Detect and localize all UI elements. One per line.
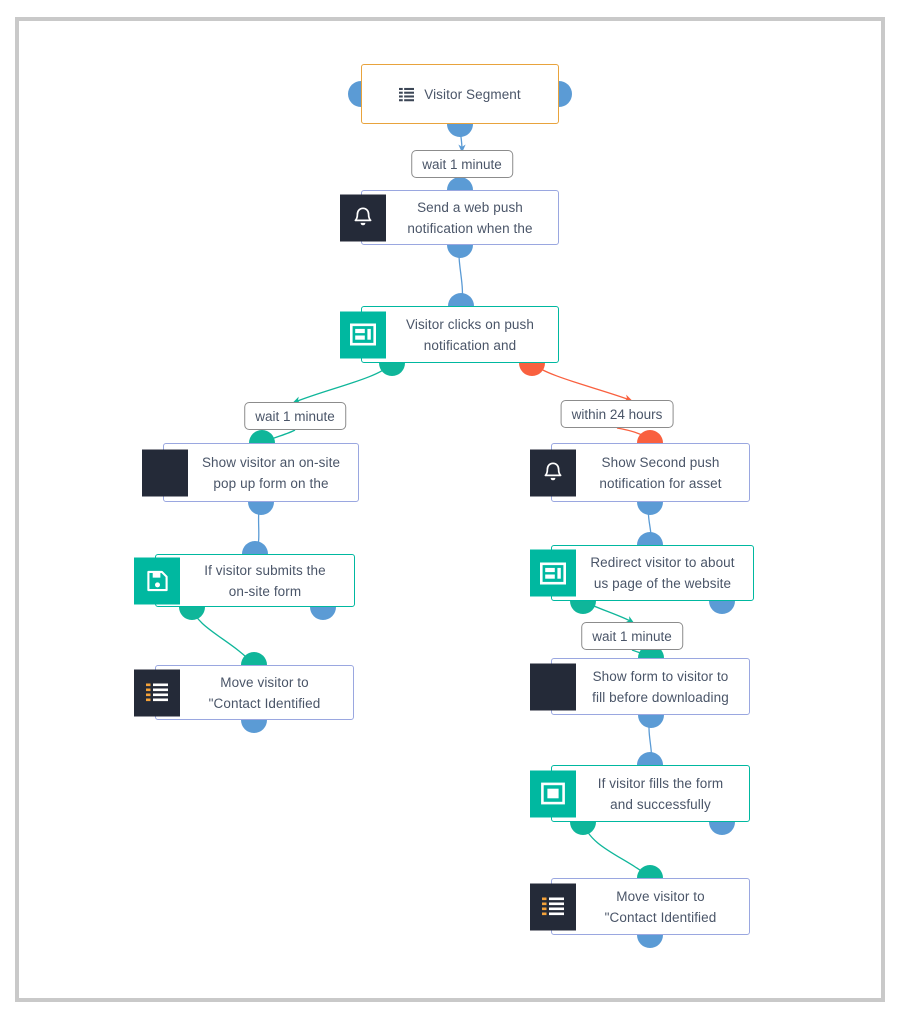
port-visitor-segment-bottom[interactable] [447,124,473,137]
port-if-fills-bottom-no[interactable] [709,822,735,835]
port-redirect-bottom-no[interactable] [709,601,735,614]
bell-icon [530,449,576,496]
port-show-popup-top[interactable] [249,430,275,443]
port-visitor-clicks-bottom-no[interactable] [519,363,545,376]
node-show-second-push-label: Show Second push notification for asset [599,454,722,491]
node-visitor-clicks-push-label: Visitor clicks on push notification and [405,316,534,353]
web-layout-icon [530,549,576,597]
node-move-visitor-left[interactable]: Move visitor to "Contact Identified [134,665,354,720]
edge-label-wait-3[interactable]: wait 1 minute [581,622,683,650]
node-visitor-segment-label: Visitor Segment [424,86,521,102]
list-icon [134,669,180,716]
list-icon [530,883,576,930]
list-icon [399,87,415,101]
edge-label-wait-1[interactable]: wait 1 minute [411,150,513,178]
port-if-submits-bottom-yes[interactable] [179,607,205,620]
node-move-visitor-left-label: Move visitor to "Contact Identified [208,674,321,711]
node-move-visitor-right-label: Move visitor to "Contact Identified [604,888,717,925]
node-redirect-visitor-label: Redirect visitor to about us page of the… [590,555,735,591]
node-if-visitor-fills-label: If visitor fills the form and successful… [597,775,724,812]
port-move-left-bottom[interactable] [241,720,267,733]
port-send-push-bottom[interactable] [447,245,473,258]
blank-icon [530,663,576,710]
port-visitor-segment-right[interactable] [559,81,572,107]
window-icon [530,770,576,817]
port-visitor-segment-left[interactable] [348,81,361,107]
port-second-push-top[interactable] [637,430,663,443]
edge-label-wait-2[interactable]: wait 1 minute [244,402,346,430]
port-send-push-top[interactable] [447,177,473,190]
bell-icon [340,194,386,241]
port-move-right-top[interactable] [637,865,663,878]
node-redirect-visitor[interactable]: Redirect visitor to about us page of the… [530,545,754,601]
port-show-form-bottom[interactable] [638,715,664,728]
port-if-submits-top[interactable] [242,541,268,554]
port-redirect-top[interactable] [637,532,663,545]
edge-label-within-24-hours[interactable]: within 24 hours [560,400,674,428]
node-move-visitor-right[interactable]: Move visitor to "Contact Identified [530,878,750,935]
edge-clicks-to-second-a [531,362,633,402]
port-second-push-bottom[interactable] [637,502,663,515]
edge-clicks-to-popup-a [292,362,393,404]
node-show-form-download-label: Show form to visitor to fill before down… [592,668,729,705]
node-visitor-segment[interactable]: Visitor Segment [361,64,559,124]
node-send-web-push-label: Send a web push notification when the [407,199,533,236]
node-if-visitor-submits-label: If visitor submits the on-site form [204,562,326,599]
workflow-canvas[interactable]: Visitor Segment Send a web push notifica… [0,0,900,1024]
node-show-onsite-popup-label: Show visitor an on-site pop up form on t… [201,454,341,491]
node-if-visitor-fills[interactable]: If visitor fills the form and successful… [530,765,750,822]
node-visitor-clicks-push[interactable]: Visitor clicks on push notification and [340,306,559,363]
blank-icon [142,449,188,496]
port-visitor-clicks-top[interactable] [448,293,474,306]
node-visitor-segment-content: Visitor Segment [385,84,535,105]
port-move-left-top[interactable] [241,652,267,665]
node-show-form-download[interactable]: Show form to visitor to fill before down… [530,658,750,715]
port-show-popup-bottom[interactable] [248,502,274,515]
node-show-second-push[interactable]: Show Second push notification for asset [530,443,750,502]
port-if-fills-top[interactable] [637,752,663,765]
port-if-submits-bottom-no[interactable] [310,607,336,620]
port-move-right-bottom[interactable] [637,935,663,948]
save-icon [134,557,180,604]
port-visitor-clicks-bottom-yes[interactable] [379,363,405,376]
port-redirect-bottom-yes[interactable] [570,601,596,614]
port-if-fills-bottom-yes[interactable] [570,822,596,835]
node-send-web-push[interactable]: Send a web push notification when the [340,190,559,245]
node-if-visitor-submits[interactable]: If visitor submits the on-site form [134,554,355,607]
node-show-onsite-popup[interactable]: Show visitor an on-site pop up form on t… [142,443,359,502]
web-layout-icon [340,311,386,358]
